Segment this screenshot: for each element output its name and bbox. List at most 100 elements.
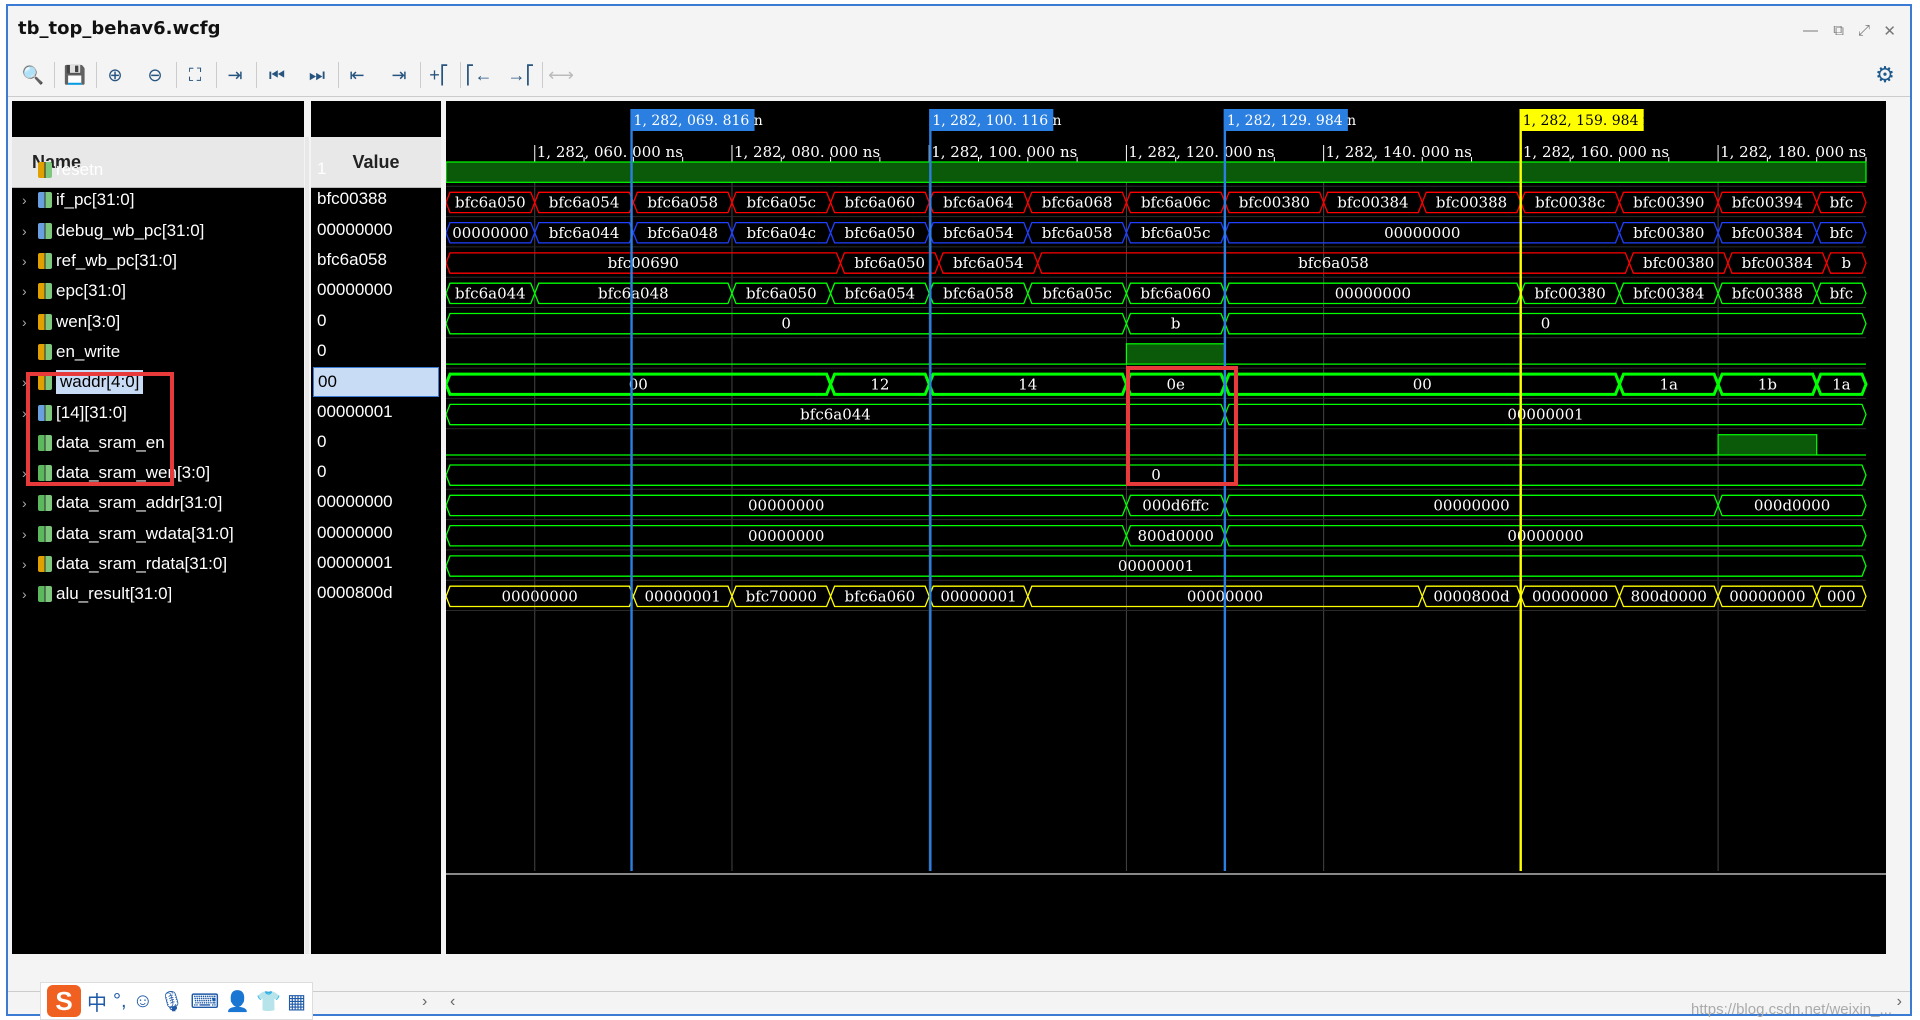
ime-user-icon[interactable]: 👤: [225, 989, 250, 1014]
maximize-icon[interactable]: ⤢: [1858, 22, 1870, 39]
column-splitter[interactable]: [305, 137, 309, 954]
marker-label: 1, 282, 129. 984 n: [1227, 113, 1356, 129]
marker-label: 1, 282, 069. 816 n: [634, 113, 763, 129]
ime-keyboard-icon[interactable]: ⌨: [190, 989, 219, 1014]
zoom-fit-icon[interactable]: ⛶: [180, 60, 210, 90]
signal-row-name[interactable]: › wen[3:0]: [12, 307, 302, 337]
wave-bus-value: bfc00380: [1239, 193, 1310, 211]
ime-microphone-icon[interactable]: 🎙: [159, 989, 184, 1014]
ime-emoji-icon[interactable]: ☺: [133, 990, 153, 1013]
search-icon[interactable]: 🔍: [18, 60, 48, 90]
signal-value[interactable]: 00000001: [313, 549, 437, 577]
wave-bus-value: 00000000: [748, 496, 824, 514]
signal-row-name[interactable]: › if_pc[31:0]: [12, 185, 302, 215]
wave-bus-value: bfc00390: [1633, 193, 1704, 211]
restore-icon[interactable]: ⧉: [1833, 22, 1844, 39]
previous-transition-icon[interactable]: ⇤: [342, 60, 372, 90]
wave-bus-value: 0000800d: [1433, 587, 1510, 605]
signal-row-name[interactable]: › epc[31:0]: [12, 276, 302, 306]
signal-type-icon: [38, 253, 52, 270]
signal-value[interactable]: bfc00388: [313, 185, 437, 213]
previous-marker-icon[interactable]: ⎡←: [464, 60, 494, 90]
expand-chevron-icon[interactable]: ›: [22, 314, 38, 330]
signal-value[interactable]: 00: [313, 367, 439, 398]
wave-bus-value: bfc00388: [1732, 284, 1803, 302]
waveform-canvas[interactable]: 1, 282, 060. 000 ns 1, 282, 080. 000 ns 1,…: [446, 101, 1886, 954]
signal-row-name[interactable]: resetn: [12, 155, 302, 185]
signal-name: wen[3:0]: [56, 311, 121, 331]
go-to-last-time-icon[interactable]: ⏭: [302, 60, 332, 90]
expand-chevron-icon[interactable]: ›: [22, 283, 38, 299]
wave-bus-value: bfc6a064: [943, 193, 1014, 211]
next-marker-icon[interactable]: →⎡: [506, 60, 536, 90]
wave-bus-value: bfc6a048: [598, 284, 669, 302]
signal-row-name[interactable]: › ref_wb_pc[31:0]: [12, 246, 302, 276]
signal-value[interactable]: 00000000: [313, 519, 437, 547]
wave-bus-value: bfc: [1830, 193, 1854, 211]
wave-bus-value: 00000001: [1118, 557, 1194, 575]
signal-value[interactable]: 0: [313, 458, 437, 486]
expand-chevron-icon[interactable]: ›: [22, 526, 38, 542]
wave-bus-value: bfc00380: [1633, 224, 1704, 242]
wave-bus-value: bfc6a05c: [1141, 224, 1211, 242]
wave-bus-value: bfc6a05c: [747, 193, 817, 211]
swap-cursors-icon[interactable]: ⟷: [546, 60, 576, 90]
signal-row-name[interactable]: › debug_wb_pc[31:0]: [12, 216, 302, 246]
ime-skin-icon[interactable]: 👕: [256, 989, 281, 1014]
signal-type-icon: [38, 586, 52, 603]
signal-value[interactable]: 0: [313, 307, 437, 335]
scroll-right-icon[interactable]: ›: [1897, 993, 1902, 1011]
signal-value[interactable]: 0: [313, 337, 437, 365]
wave-bus-value: bfc6a06c: [1141, 193, 1211, 211]
signal-value[interactable]: 0000800d: [313, 579, 437, 607]
go-to-time-zero-icon[interactable]: ⏮: [262, 60, 292, 90]
ime-punctuation-icon[interactable]: °,: [113, 990, 127, 1013]
signal-row-name[interactable]: › data_sram_rdata[31:0]: [12, 549, 302, 579]
toolbar-separator: [420, 62, 421, 88]
signal-type-icon: [38, 343, 52, 360]
close-icon[interactable]: ✕: [1883, 22, 1896, 40]
wave-bus-value: 00000000: [1335, 284, 1411, 302]
wave-bus-value: 00000000: [1384, 224, 1460, 242]
signal-row-name[interactable]: › alu_result[31:0]: [12, 579, 302, 609]
next-transition-icon[interactable]: ⇥: [384, 60, 414, 90]
expand-chevron-icon[interactable]: ›: [22, 556, 38, 572]
add-marker-icon[interactable]: +⎡: [424, 60, 454, 90]
expand-chevron-icon[interactable]: ›: [22, 586, 38, 602]
waveform-area[interactable]: 1, 282, 060. 000 ns 1, 282, 080. 000 ns 1,…: [446, 101, 1886, 954]
expand-chevron-icon[interactable]: ›: [22, 253, 38, 269]
wave-bus-value: bfc6a04c: [747, 224, 817, 242]
signal-name: data_sram_wdata[31:0]: [56, 523, 234, 543]
scroll-left-icon[interactable]: ‹: [450, 993, 455, 1011]
wave-bus-value: bfc6a054: [943, 224, 1014, 242]
expand-chevron-icon[interactable]: ›: [22, 495, 38, 511]
expand-chevron-icon[interactable]: ›: [22, 223, 38, 239]
signal-value[interactable]: 00000000: [313, 216, 437, 244]
signal-row-name[interactable]: › data_sram_wdata[31:0]: [12, 519, 302, 549]
signal-row-name[interactable]: › data_sram_addr[31:0]: [12, 488, 302, 518]
ruler-tick-label: 1, 282, 160. 000 ns: [1523, 143, 1669, 161]
settings-gear-icon[interactable]: ⚙: [1870, 60, 1900, 90]
ime-chinese-mode-icon[interactable]: 中: [87, 987, 107, 1016]
signal-type-icon: [38, 313, 52, 330]
signal-value[interactable]: 1: [313, 155, 437, 183]
zoom-in-icon[interactable]: ⊕: [100, 60, 130, 90]
signal-value[interactable]: bfc6a058: [313, 246, 437, 274]
signal-value[interactable]: 00000000: [313, 488, 437, 516]
signal-row-name[interactable]: en_write: [12, 337, 302, 367]
sogou-logo-icon[interactable]: S: [47, 985, 81, 1017]
signal-type-icon: [38, 495, 52, 512]
wave-bus-value: bfc: [1830, 224, 1854, 242]
scroll-left-names-icon[interactable]: ›: [422, 993, 427, 1011]
go-to-cursor-icon[interactable]: ⇥: [220, 60, 250, 90]
signal-value[interactable]: 00000000: [313, 276, 437, 304]
save-icon[interactable]: 💾: [60, 60, 90, 90]
wave-bus-value: bfc70000: [746, 587, 817, 605]
ime-toolbox-icon[interactable]: ▦: [287, 989, 306, 1014]
signal-value[interactable]: 0: [313, 428, 437, 456]
wave-bus-value: bfc6a050: [746, 284, 817, 302]
minimize-icon[interactable]: —: [1803, 22, 1818, 39]
signal-value[interactable]: 00000001: [313, 397, 437, 425]
zoom-out-icon[interactable]: ⊖: [140, 60, 170, 90]
expand-chevron-icon[interactable]: ›: [22, 192, 38, 208]
